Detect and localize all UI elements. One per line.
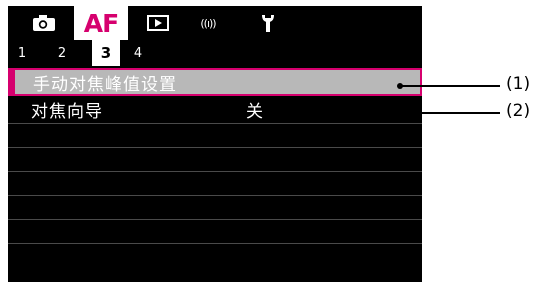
- tab-af-label: AF: [83, 8, 119, 38]
- empty-menu-row: [8, 196, 422, 220]
- callout-line-2: [400, 112, 500, 114]
- sub-tab-bar: 1 2 3 4: [8, 40, 422, 68]
- playback-icon: [147, 15, 169, 31]
- selection-marker: [8, 68, 15, 96]
- tab-shooting[interactable]: [24, 6, 64, 40]
- menu-item-focus-guide[interactable]: 对焦向导 关: [8, 96, 422, 124]
- menu-list: 手动对焦峰值设置 对焦向导 关: [8, 68, 422, 268]
- menu-item-label: 对焦向导: [31, 102, 103, 122]
- main-tab-bar: AF ((ı)): [8, 6, 422, 40]
- empty-menu-row: [8, 244, 422, 268]
- camera-icon: [33, 15, 55, 31]
- empty-menu-row: [8, 124, 422, 148]
- callout-line-1: [400, 85, 500, 87]
- menu-item-value: 关: [246, 102, 263, 122]
- tab-wireless[interactable]: ((ı)): [186, 6, 230, 40]
- tab-setup[interactable]: [248, 6, 288, 40]
- callout-label-1: (1): [506, 74, 531, 94]
- wireless-icon: ((ı)): [200, 16, 216, 30]
- menu-item-label: 手动对焦峰值设置: [33, 74, 177, 95]
- empty-menu-row: [8, 172, 422, 196]
- empty-menu-row: [8, 220, 422, 244]
- empty-menu-row: [8, 148, 422, 172]
- subtab-1[interactable]: 1: [12, 40, 32, 66]
- camera-menu-screen: AF ((ı)) 1 2 3 4 手动对焦峰值设置 对焦向导 关: [8, 6, 422, 282]
- subtab-2[interactable]: 2: [52, 40, 72, 66]
- callout-label-2: (2): [506, 101, 531, 121]
- menu-item-mf-peaking-settings[interactable]: 手动对焦峰值设置: [8, 68, 422, 96]
- tab-playback[interactable]: [138, 6, 178, 40]
- subtab-4[interactable]: 4: [128, 40, 148, 66]
- wrench-icon: [262, 15, 274, 32]
- subtab-3[interactable]: 3: [92, 40, 120, 66]
- tab-af[interactable]: AF: [74, 6, 128, 40]
